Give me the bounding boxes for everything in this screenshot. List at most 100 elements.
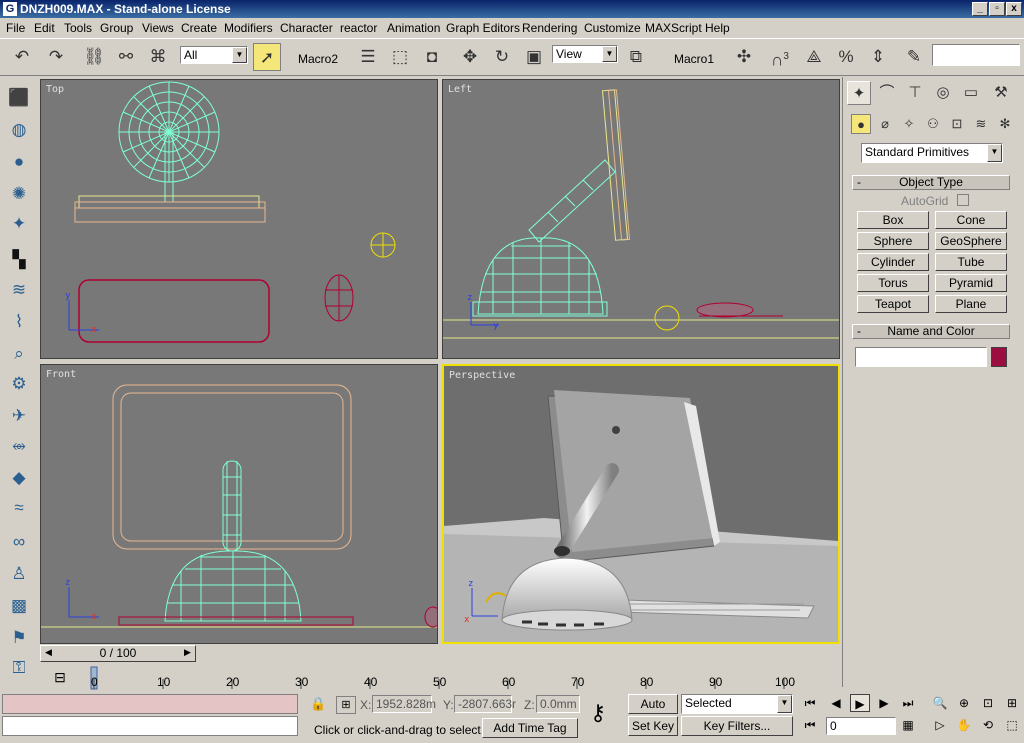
mesh-icon[interactable]: ▩ — [5, 593, 33, 619]
wave-icon[interactable]: ≈ — [5, 495, 33, 521]
nurbs-icon[interactable]: ⌕ — [5, 341, 33, 367]
menu-modifiers[interactable]: Modifiers — [224, 21, 273, 35]
knot-icon[interactable]: ∞ — [5, 529, 33, 555]
geosphere-button[interactable]: GeoSphere — [935, 232, 1007, 250]
menu-character[interactable]: Character — [280, 21, 333, 35]
time-slider[interactable]: 0 / 100 — [40, 645, 196, 662]
y-coordinate-field[interactable]: -2807.663r — [454, 695, 516, 713]
zoom-extents-icon[interactable]: ⊡ — [978, 694, 998, 712]
reference-coordinate-dropdown[interactable]: View ▼ — [552, 45, 618, 63]
teapot-button[interactable]: Teapot — [857, 295, 929, 313]
angle-snap-icon[interactable]: ⟁ — [800, 43, 828, 71]
spinner-snap-icon[interactable]: ⇕ — [864, 43, 892, 71]
selection-filter-dropdown[interactable]: All ▼ — [180, 46, 248, 64]
zoom-icon[interactable]: 🔍 — [930, 694, 950, 712]
biped-icon[interactable]: ♙ — [5, 561, 33, 587]
select-object-icon[interactable]: ➚ — [253, 43, 281, 71]
go-to-start-icon[interactable]: ⏮ — [800, 694, 820, 712]
helpers-icon[interactable]: ✦ — [5, 211, 33, 237]
zoom-all-icon[interactable]: ⊕ — [954, 694, 974, 712]
space-warps-subtab-icon[interactable]: ≋ — [971, 114, 991, 134]
box-button[interactable]: Box — [857, 211, 929, 229]
track-bar[interactable]: ⊟ 0 10 20 30 40 50 60 70 80 90 100 — [40, 665, 838, 691]
menu-rendering[interactable]: Rendering — [522, 21, 577, 35]
shapes-icon[interactable]: ◍ — [5, 117, 33, 143]
viewport-perspective[interactable]: Perspective z x — [442, 364, 840, 644]
link-icon[interactable]: ⛓ — [80, 43, 108, 71]
objects-icon[interactable]: ⬛ — [5, 85, 33, 111]
lights-subtab-icon[interactable]: ✧ — [899, 114, 919, 134]
play-icon[interactable]: ▶ — [850, 694, 870, 712]
shapes-subtab-icon[interactable]: ⌀ — [875, 114, 895, 134]
motion-tab-icon[interactable]: ◎ — [931, 81, 955, 105]
modify-tab-icon[interactable]: ⌒ — [875, 81, 899, 105]
absolute-mode-icon[interactable]: ⊞ — [336, 696, 356, 714]
pan-icon[interactable]: ✋ — [954, 716, 974, 734]
macro2-button[interactable]: Macro2 — [298, 52, 338, 66]
scale-icon[interactable]: ▣ — [520, 43, 548, 71]
field-of-view-icon[interactable]: ▷ — [930, 716, 950, 734]
cameras-subtab-icon[interactable]: ⚇ — [923, 114, 943, 134]
zoom-extents-all-icon[interactable]: ⊞ — [1002, 694, 1022, 712]
menu-reactor[interactable]: reactor — [340, 21, 377, 35]
helpers-subtab-icon[interactable]: ⊡ — [947, 114, 967, 134]
object-color-swatch[interactable] — [991, 347, 1007, 367]
macro1-button[interactable]: Macro1 — [674, 52, 714, 66]
redo-icon[interactable]: ↷ — [42, 43, 70, 71]
lights-icon[interactable]: ✺ — [5, 181, 33, 207]
undo-icon[interactable]: ↶ — [8, 43, 36, 71]
object-name-input[interactable] — [855, 347, 987, 367]
menu-tools[interactable]: Tools — [64, 21, 92, 35]
category-dropdown[interactable]: Standard Primitives ▼ — [861, 143, 1003, 163]
menu-graph-editors[interactable]: Graph Editors — [446, 21, 520, 35]
render-icon[interactable]: ⚿ — [5, 655, 33, 681]
tube-button[interactable]: Tube — [935, 253, 1007, 271]
set-key-button[interactable]: Set Key — [628, 716, 678, 736]
unlink-icon[interactable]: ⚯ — [112, 43, 140, 71]
z-coordinate-field[interactable]: 0.0mm — [536, 695, 580, 713]
space-warp-icon[interactable]: ✈ — [5, 403, 33, 429]
cameras-icon[interactable]: ⚑ — [5, 625, 33, 651]
sphere-button[interactable]: Sphere — [857, 232, 929, 250]
maximize-button[interactable]: ▫ — [989, 2, 1005, 16]
hierarchy-tab-icon[interactable]: ⊤ — [903, 81, 927, 105]
compound-icon[interactable]: ▚ — [5, 247, 33, 273]
menu-create[interactable]: Create — [181, 21, 217, 35]
create-tab-icon[interactable]: ✦ — [847, 81, 871, 105]
geometry-subtab-icon[interactable]: ● — [851, 114, 871, 134]
menu-file[interactable]: File — [6, 21, 25, 35]
maxscript-listener-white[interactable] — [2, 716, 298, 736]
arc-rotate-icon[interactable]: ⟲ — [978, 716, 998, 734]
systems-subtab-icon[interactable]: ✻ — [995, 114, 1015, 134]
select-by-name-icon[interactable]: ☰ — [354, 43, 382, 71]
pyramid-button[interactable]: Pyramid — [935, 274, 1007, 292]
object-type-rollout[interactable]: - Object Type — [852, 175, 1010, 190]
move-icon[interactable]: ✥ — [456, 43, 484, 71]
plane-button[interactable]: Plane — [935, 295, 1007, 313]
go-to-end-icon[interactable]: ⏭ — [898, 694, 918, 712]
bind-space-warp-icon[interactable]: ⌘ — [144, 43, 172, 71]
manipulate-icon[interactable]: ✣ — [730, 43, 758, 71]
particles-icon[interactable]: ≋ — [5, 277, 33, 303]
time-configuration-icon[interactable]: ▦ — [898, 716, 918, 734]
named-selection-sets-field[interactable] — [932, 44, 1020, 66]
snap-toggle-icon[interactable]: ∩3 — [766, 43, 794, 71]
slider-prev-icon[interactable]: ◀ — [45, 647, 52, 658]
close-button[interactable]: x — [1006, 2, 1022, 16]
menu-views[interactable]: Views — [142, 21, 174, 35]
x-coordinate-field[interactable]: 1952.828m — [372, 695, 436, 713]
key-mode-dropdown[interactable]: Selected ▼ — [681, 694, 793, 714]
display-tab-icon[interactable]: ▭ — [959, 81, 983, 105]
maximize-viewport-icon[interactable]: ⬚ — [1002, 716, 1022, 734]
key-filters-button[interactable]: Key Filters... — [681, 716, 793, 736]
modifier-icon[interactable]: ⚙ — [5, 371, 33, 397]
patch-grid-icon[interactable]: ⌇ — [5, 309, 33, 335]
menu-maxscript[interactable]: MAXScript — [645, 21, 702, 35]
menu-edit[interactable]: Edit — [34, 21, 55, 35]
geometry-icon[interactable]: ◆ — [5, 465, 33, 491]
cone-button[interactable]: Cone — [935, 211, 1007, 229]
lock-icon[interactable]: 🔒 — [310, 696, 326, 712]
dynamics-icon[interactable]: ⥈ — [5, 433, 33, 459]
next-frame-icon[interactable]: ▶ — [874, 694, 894, 712]
current-frame-field[interactable]: 0 — [826, 717, 896, 735]
